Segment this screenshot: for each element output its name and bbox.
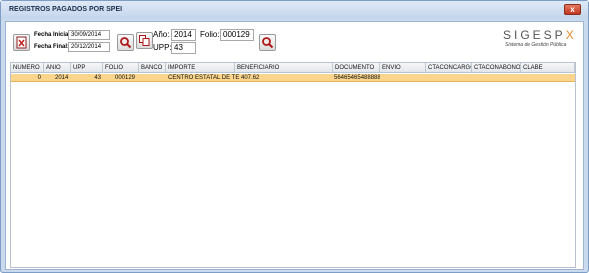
cell-ctaconabono — [474, 74, 521, 82]
search-folio-button[interactable] — [259, 34, 276, 51]
content-panel: Fecha Inicial: 30/09/2014 Fecha Final: 2… — [5, 21, 584, 270]
logo-name: SIGESPX — [503, 28, 577, 42]
cell-clabe — [523, 74, 575, 82]
upp-label: UPP: — [153, 43, 172, 52]
cell-numero: 0 — [37, 75, 41, 81]
cell-banco — [141, 74, 165, 82]
cell-documento: 564654654888888 — [334, 75, 380, 81]
column-header[interactable]: IMPORTE — [166, 63, 235, 73]
table-header: NUMERO ANIO UPP FOLIO BANCO IMPORTE BENE… — [11, 63, 575, 73]
column-header[interactable]: BANCO — [139, 63, 166, 73]
cell-folio: 000129 — [115, 75, 136, 81]
column-header[interactable]: CTACONABONO — [472, 63, 521, 73]
fecha-final-label: Fecha Final: — [34, 44, 70, 50]
column-header[interactable]: DOCUMENTO — [333, 63, 380, 73]
folio-field[interactable]: 000129 — [220, 29, 254, 41]
column-header[interactable]: FOLIO — [103, 63, 139, 73]
anio-label: Año: — [153, 30, 170, 39]
cell-upp: 43 — [94, 75, 101, 81]
table-row[interactable]: 0 2014 43 000129 CENTRO ESTATAL DE TE 40… — [11, 74, 575, 82]
column-header[interactable]: CLABE — [521, 63, 575, 73]
filter-form: Fecha Inicial: 30/09/2014 Fecha Final: 2… — [6, 22, 583, 60]
search-icon — [262, 37, 274, 49]
fecha-final-field[interactable]: 20/12/2014 — [68, 42, 110, 52]
window-title: REGISTROS PAGADOS POR SPEI — [9, 6, 123, 13]
copy-button[interactable] — [136, 32, 153, 49]
search-icon — [120, 37, 132, 49]
sigespx-logo: SIGESPX Sistema de Gestión Pública — [503, 28, 579, 50]
anio-field[interactable]: 2014 — [171, 29, 196, 41]
fecha-inicial-field[interactable]: 30/09/2014 — [68, 30, 110, 40]
copy-icon — [139, 35, 150, 46]
close-button[interactable]: x — [564, 4, 581, 15]
column-header[interactable]: ENVIO — [380, 63, 426, 73]
column-header[interactable]: ANIO — [44, 63, 71, 73]
spei-window: REGISTROS PAGADOS POR SPEI x Fecha Inici… — [0, 0, 589, 273]
cell-importe: CENTRO ESTATAL DE TE 407.62 — [168, 75, 260, 81]
upp-field[interactable]: 43 — [171, 42, 196, 54]
column-header[interactable]: BENEFICIARIO — [235, 63, 333, 73]
logo-subtitle: Sistema de Gestión Pública — [505, 42, 567, 48]
column-header[interactable]: NUMERO — [11, 63, 44, 73]
pdf-export-icon — [16, 36, 27, 49]
results-table: NUMERO ANIO UPP FOLIO BANCO IMPORTE BENE… — [10, 62, 576, 268]
fecha-inicial-label: Fecha Inicial: — [34, 32, 73, 38]
cell-envio — [382, 74, 426, 82]
cell-ctaconcargo — [428, 74, 472, 82]
search-dates-button[interactable] — [117, 34, 134, 51]
column-header[interactable]: UPP — [71, 63, 103, 73]
export-pdf-button[interactable] — [13, 34, 30, 51]
title-bar: REGISTROS PAGADOS POR SPEI x — [1, 1, 588, 19]
column-header[interactable]: CTACONCARGO — [426, 63, 472, 73]
cell-beneficiario — [269, 74, 331, 82]
folio-label: Folio: — [200, 30, 220, 39]
